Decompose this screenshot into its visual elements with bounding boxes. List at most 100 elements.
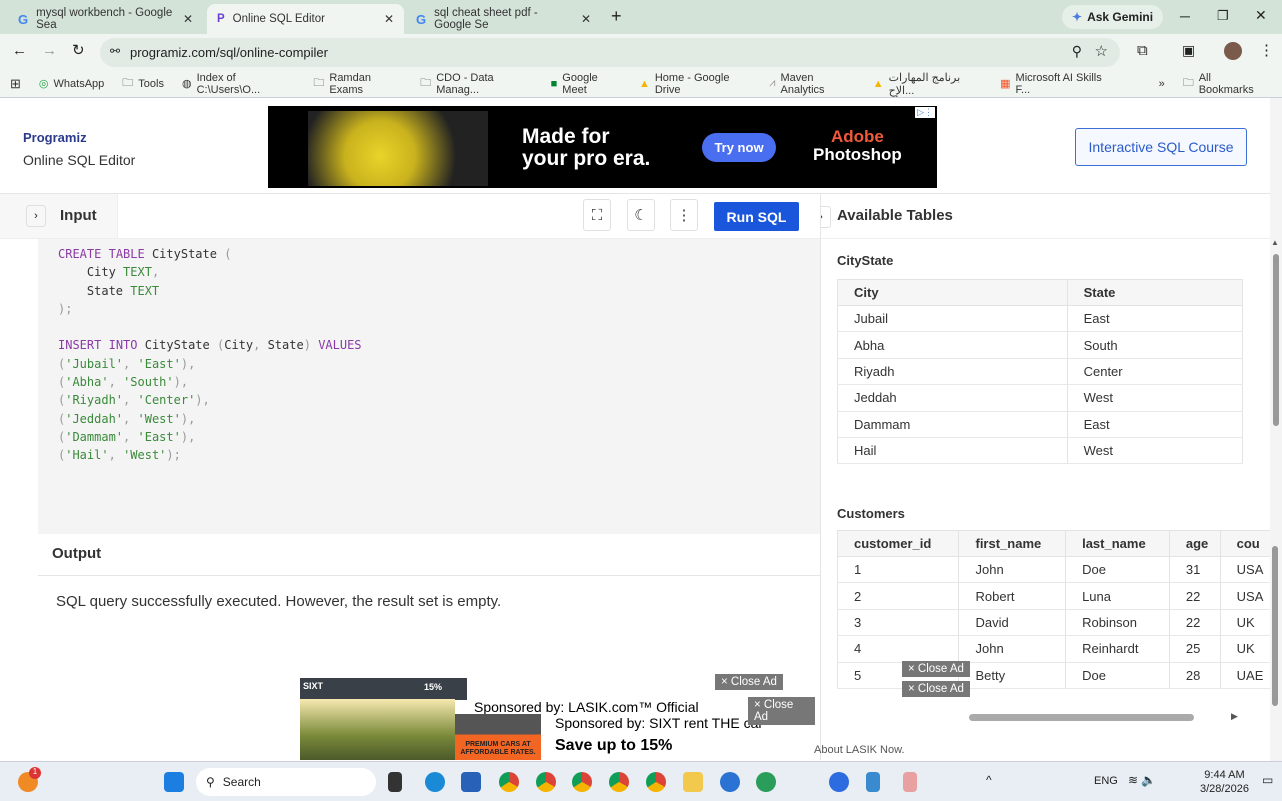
bookmark-tools[interactable]: 🗀 Tools	[122, 74, 164, 93]
dark-mode-button[interactable]: ☾	[627, 199, 655, 231]
column-header: first_name	[958, 530, 1066, 557]
fullscreen-button[interactable]: ⛶	[583, 199, 611, 231]
maximize-button[interactable]: ❐	[1217, 8, 1229, 24]
close-ad-button[interactable]: × Close Ad	[715, 674, 783, 690]
sixt-sponsor-text[interactable]: Sponsored by: SIXT rent THE car	[555, 715, 763, 731]
all-bookmarks[interactable]: 🗀 All Bookmarks	[1183, 72, 1264, 96]
scrollbar-thumb[interactable]	[1273, 254, 1279, 426]
forward-icon[interactable]: →	[42, 42, 57, 59]
ad-try-now-button[interactable]: Try now	[702, 133, 776, 162]
tab-search-icon[interactable]: ▣	[1182, 42, 1195, 59]
network-volume-icons[interactable]: ≋ 🔈	[1128, 773, 1156, 787]
file-explorer-icon[interactable]	[683, 772, 703, 792]
chrome-icon[interactable]	[609, 772, 629, 792]
chrome-icon[interactable]	[499, 772, 519, 792]
table-cell: Center	[1066, 358, 1243, 386]
close-tab-icon[interactable]: ✕	[581, 12, 591, 26]
close-ad-button[interactable]: × Close Ad	[902, 661, 970, 677]
table-cell: 25	[1168, 635, 1221, 663]
close-tab-icon[interactable]: ✕	[384, 12, 394, 26]
page-scrollbar[interactable]: ▲	[1270, 98, 1282, 761]
table-name-citystate: CityState	[837, 253, 894, 268]
tab-sql-cheat-sheet[interactable]: Gsql cheat sheet pdf - Google Se ✕	[406, 4, 601, 34]
close-tab-icon[interactable]: ✕	[183, 12, 193, 26]
reload-icon[interactable]: ↻	[72, 41, 85, 59]
ask-gemini-button[interactable]: ✦ Ask Gemini	[1062, 5, 1164, 29]
scrollbar-thumb[interactable]	[1272, 546, 1278, 706]
collapse-panel-button[interactable]: ›	[821, 206, 831, 228]
todo-icon[interactable]	[720, 772, 740, 792]
url-bar[interactable]: ⚯ programiz.com/sql/online-compiler ⚲ ☆	[100, 38, 1120, 67]
more-options-button[interactable]: ⋮	[670, 199, 698, 231]
adchoices-icon[interactable]: ▷⋮	[915, 107, 935, 118]
edge-icon[interactable]	[425, 772, 445, 792]
new-tab-button[interactable]: +	[611, 6, 622, 27]
site-info-icon[interactable]: ⚯	[110, 44, 120, 58]
lasik-tail-text[interactable]: About LASIK Now.	[814, 744, 905, 756]
notifications-icon[interactable]: ▭	[1262, 773, 1273, 787]
table-cell: 4	[837, 635, 959, 663]
bookmark-arabic[interactable]: ▲ برنامج المهارات الإح...	[873, 71, 982, 97]
run-sql-button[interactable]: Run SQL	[714, 202, 799, 231]
store-icon[interactable]	[461, 772, 481, 792]
tray-overflow-icon[interactable]: ^	[986, 773, 992, 787]
sixt-ad-image[interactable]: SIXT 15%	[300, 678, 467, 700]
chrome-icon[interactable]	[536, 772, 556, 792]
menu-icon[interactable]: ⋮	[1259, 41, 1274, 59]
bookmark-maven[interactable]: ⩘ Maven Analytics	[769, 72, 854, 96]
task-view-icon[interactable]	[388, 772, 402, 792]
notepad-icon[interactable]	[866, 772, 880, 792]
table-row: 2 Robert Luna 22 USA	[837, 582, 1270, 610]
close-ad-button[interactable]: × Close Ad	[748, 697, 815, 725]
bookmark-whatsapp[interactable]: ◎ WhatsApp	[39, 77, 104, 91]
close-window-button[interactable]: ✕	[1255, 7, 1267, 24]
taskbar-search[interactable]: ⚲ Search	[196, 768, 376, 796]
more-bookmarks-icon[interactable]: »	[1159, 78, 1165, 90]
apps-icon[interactable]: ⊞	[10, 76, 21, 92]
browser-tab-bar: Gmysql workbench - Google Sea ✕ P Online S…	[0, 0, 1282, 34]
start-icon[interactable]	[164, 772, 184, 792]
photoshop-ad[interactable]: Made for your pro era. Try now Adobe Photo…	[268, 106, 937, 188]
bookmarks-bar: ⊞ ◎ WhatsApp 🗀 Tools ◍ Index of C:\Users\O.…	[0, 70, 1282, 98]
profile-avatar[interactable]	[1224, 42, 1242, 60]
lasik-ad-image[interactable]	[300, 699, 455, 760]
expand-sidebar-button[interactable]: ›	[26, 205, 46, 227]
sixt-banner[interactable]: PREMIUM CARS AT AFFORDABLE RATES.	[455, 714, 541, 760]
table-cell: Abha	[837, 331, 1068, 359]
code-editor[interactable]: CREATE TABLE CityState ( City TEXT, Stat…	[38, 239, 820, 534]
close-ad-button[interactable]: × Close Ad	[902, 681, 970, 697]
column-header: last_name	[1065, 530, 1170, 557]
bookmark-microsoft-ai[interactable]: ▦ Microsoft AI Skills F...	[1000, 72, 1112, 96]
clock[interactable]: 9:44 AM 3/28/2026	[1200, 768, 1249, 796]
minimize-button[interactable]: ─	[1180, 8, 1190, 24]
language-indicator[interactable]: ENG	[1094, 775, 1118, 787]
interactive-sql-course-button[interactable]: Interactive SQL Course	[1075, 128, 1247, 166]
sixt-offer[interactable]: Save up to 15%	[555, 737, 672, 755]
tab-online-sql-editor[interactable]: P Online SQL Editor ✕	[207, 4, 404, 34]
lasik-sponsor-text[interactable]: Sponsored by: LASIK.com™ Official	[474, 699, 699, 715]
zoom-app-icon[interactable]	[829, 772, 849, 792]
windows-taskbar: 1 ⚲ Search ^ ENG ≋ 🔈 9:44 AM 3/28/2026 ▭	[0, 761, 1282, 801]
whatsapp-taskbar-icon[interactable]	[756, 772, 776, 792]
bookmark-ramdan-exams[interactable]: 🗀 Ramdan Exams	[313, 72, 402, 96]
bookmark-google-meet[interactable]: ■ Google Meet	[551, 72, 621, 96]
scroll-right-icon[interactable]: ▶	[1231, 711, 1238, 722]
programiz-logo[interactable]: Programiz	[23, 130, 87, 145]
chrome-icon[interactable]	[572, 772, 592, 792]
snipping-tool-icon[interactable]	[903, 772, 917, 792]
bookmark-cdo[interactable]: 🗀 CDO - Data Manag...	[420, 72, 532, 96]
chrome-icon[interactable]	[646, 772, 666, 792]
bookmark-index[interactable]: ◍ Index of C:\Users\O...	[182, 72, 295, 96]
bookmark-star-icon[interactable]: ☆	[1095, 42, 1108, 60]
google-icon: G	[416, 11, 427, 27]
zoom-icon[interactable]: ⚲	[1072, 43, 1082, 60]
weather-widget-icon[interactable]: 1	[18, 767, 41, 792]
tab-mysql-workbench[interactable]: Gmysql workbench - Google Sea ✕	[8, 4, 203, 34]
horizontal-scrollbar[interactable]	[969, 714, 1194, 721]
table-row: Jubail East	[837, 305, 1243, 333]
table-cell: East	[1066, 305, 1243, 333]
address-toolbar: ← → ↻ ⚯ programiz.com/sql/online-compiler…	[0, 34, 1282, 70]
extensions-icon[interactable]: ⧉	[1137, 42, 1148, 59]
back-icon[interactable]: ←	[12, 42, 27, 59]
bookmark-google-drive[interactable]: ▲ Home - Google Drive	[639, 72, 751, 96]
